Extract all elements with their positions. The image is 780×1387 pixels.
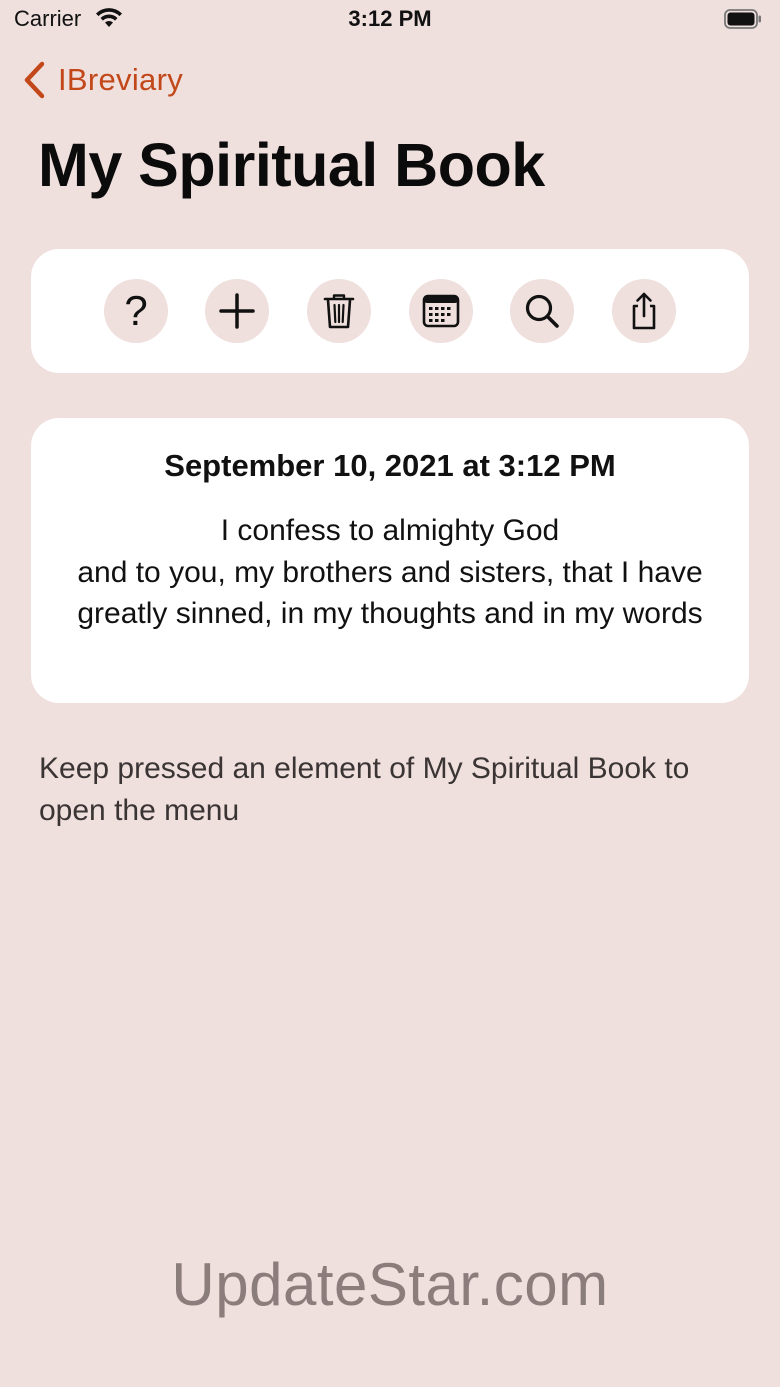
toolbar: ? — [31, 249, 749, 373]
question-mark-icon: ? — [124, 287, 148, 334]
help-button[interactable]: ? — [104, 279, 168, 343]
chevron-left-icon — [24, 61, 45, 99]
search-button[interactable] — [510, 279, 574, 343]
trash-icon — [323, 294, 355, 329]
status-time: 3:12 PM — [348, 6, 432, 31]
share-icon — [632, 292, 656, 330]
entry-text: I confess to almighty God and to you, my… — [77, 514, 703, 630]
status-bar: Carrier 3:12 PM — [0, 0, 780, 40]
plus-icon — [219, 293, 255, 329]
entry-date: September 10, 2021 at 3:12 PM — [164, 448, 616, 483]
hint-text: Keep pressed an element of My Spiritual … — [39, 752, 690, 827]
back-button-label: IBreviary — [58, 62, 184, 97]
add-button[interactable] — [205, 279, 269, 343]
watermark: UpdateStar.com — [171, 1251, 609, 1318]
delete-button[interactable] — [307, 279, 371, 343]
page-title: My Spiritual Book — [38, 131, 545, 199]
spiritual-book-entry[interactable]: September 10, 2021 at 3:12 PM I confess … — [31, 418, 749, 703]
back-button[interactable]: IBreviary — [22, 58, 183, 102]
battery-icon — [724, 9, 761, 29]
share-button[interactable] — [612, 279, 676, 343]
search-icon — [525, 294, 559, 328]
calendar-button[interactable] — [409, 279, 473, 343]
calendar-icon — [422, 294, 460, 328]
